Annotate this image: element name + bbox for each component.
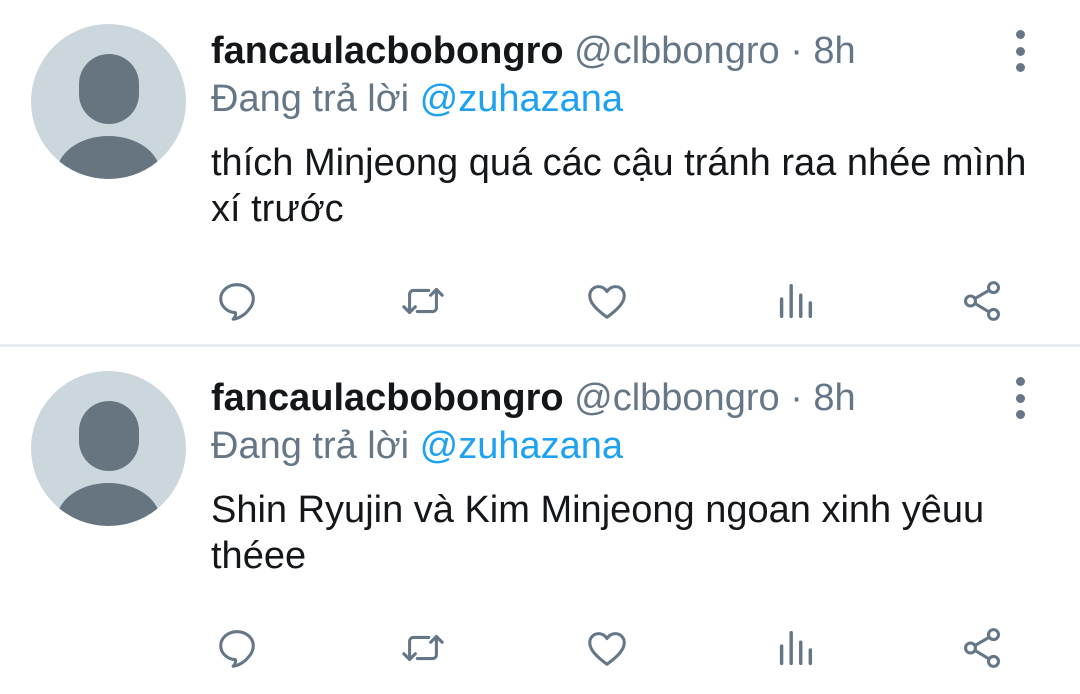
tweet-item[interactable]: fancaulacbobongro @clbbongro · 8h Đang t… xyxy=(0,347,1080,694)
vertical-ellipsis-icon xyxy=(1015,63,1025,72)
reply-prefix: Đang trả lời xyxy=(211,425,410,467)
user-handle[interactable]: @clbbongro xyxy=(574,30,779,72)
avatar[interactable] xyxy=(31,371,186,526)
bar-chart-icon xyxy=(779,283,813,319)
tweet-time[interactable]: 8h xyxy=(813,377,855,419)
like-button[interactable] xyxy=(582,623,632,673)
tweet-text: Shin Ryujin và Kim Minjeong ngoan xinh y… xyxy=(211,489,985,577)
retweet-button[interactable] xyxy=(398,623,448,673)
more-options-button[interactable] xyxy=(1008,30,1032,72)
stats-button[interactable] xyxy=(770,276,820,326)
reply-prefix: Đang trả lời xyxy=(211,78,410,120)
like-button[interactable] xyxy=(582,276,632,326)
tweet-header: fancaulacbobongro @clbbongro · 8h xyxy=(211,28,1060,74)
stats-button[interactable] xyxy=(770,623,820,673)
tweet-text: thích Minjeong quá các cậu tránh raa nhé… xyxy=(211,142,1027,230)
display-name[interactable]: fancaulacbobongro xyxy=(211,377,564,419)
tweet-body: fancaulacbobongro @clbbongro · 8h Đang t… xyxy=(211,28,1060,232)
default-avatar-icon xyxy=(56,54,161,179)
comment-bubble-icon xyxy=(219,630,255,668)
share-nodes-icon xyxy=(963,628,1001,668)
more-options-button[interactable] xyxy=(1008,377,1032,419)
vertical-ellipsis-icon xyxy=(1015,46,1025,56)
display-name[interactable]: fancaulacbobongro xyxy=(211,30,564,72)
avatar[interactable] xyxy=(31,24,186,179)
tweet-actions xyxy=(0,623,1080,673)
vertical-ellipsis-icon xyxy=(1015,377,1025,386)
vertical-ellipsis-icon xyxy=(1015,30,1025,39)
reply-button[interactable] xyxy=(212,276,262,326)
share-button[interactable] xyxy=(957,623,1007,673)
retweet-arrows-icon xyxy=(402,634,444,662)
comment-bubble-icon xyxy=(219,283,255,321)
tweet-header: fancaulacbobongro @clbbongro · 8h xyxy=(211,375,1060,421)
reply-mention-link[interactable]: @zuhazana xyxy=(420,78,623,120)
reply-context: Đang trả lời @zuhazana xyxy=(211,74,1060,124)
reply-mention-link[interactable]: @zuhazana xyxy=(420,425,623,467)
heart-icon xyxy=(588,632,626,666)
default-avatar-icon xyxy=(56,401,161,526)
meta-separator: · xyxy=(790,30,803,72)
tweet-time[interactable]: 8h xyxy=(813,30,855,72)
reply-button[interactable] xyxy=(212,623,262,673)
user-handle[interactable]: @clbbongro xyxy=(574,377,779,419)
meta-separator: · xyxy=(790,377,803,419)
vertical-ellipsis-icon xyxy=(1015,410,1025,419)
tweet-actions xyxy=(0,276,1080,326)
reply-context: Đang trả lời @zuhazana xyxy=(211,421,1060,471)
share-button[interactable] xyxy=(957,276,1007,326)
bar-chart-icon xyxy=(779,630,813,666)
tweet-body: fancaulacbobongro @clbbongro · 8h Đang t… xyxy=(211,375,1060,579)
retweet-button[interactable] xyxy=(398,276,448,326)
tweet-item[interactable]: fancaulacbobongro @clbbongro · 8h Đang t… xyxy=(0,0,1080,347)
share-nodes-icon xyxy=(963,281,1001,321)
retweet-arrows-icon xyxy=(402,287,444,315)
heart-icon xyxy=(588,285,626,319)
vertical-ellipsis-icon xyxy=(1015,393,1025,403)
